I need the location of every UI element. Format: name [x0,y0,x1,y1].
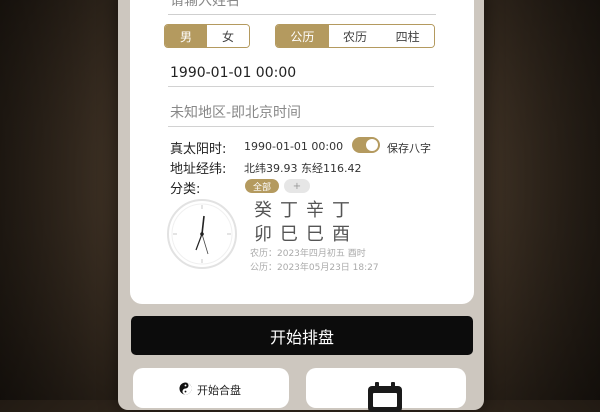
coordinates-label: 地址经纬: [170,162,227,177]
background-shade-right [500,0,600,400]
category-tag-all[interactable]: 全部 [245,179,279,193]
tab-lunar-calendar[interactable]: 农历 [328,25,382,47]
calendar-type-selector: 公历 农历 四柱 [275,24,435,48]
yin-yang-icon [179,382,192,395]
background-shade-left [0,0,100,400]
start-merge-label: 开始合盘 [197,384,241,397]
solar-date: 公历：2023年05月23日 18:27 [250,263,379,273]
stem-year: 癸 [254,200,272,221]
toggle-knob [366,139,378,151]
branch-hour: 酉 [332,224,350,245]
save-bazi-toggle[interactable] [352,137,380,153]
tab-four-pillars[interactable]: 四柱 [381,25,434,47]
coordinates-value: 北纬39.93 东经116.42 [244,162,362,175]
form-card: 男 女 公历 农历 四柱 1990-01-01 00:00 未知地区-即北京时间… [130,0,474,304]
calendar-card[interactable] [306,368,466,412]
save-bazi-label: 保存八字 [387,142,431,155]
location-field[interactable]: 未知地区-即北京时间 [168,100,434,127]
birth-datetime-field[interactable]: 1990-01-01 00:00 [168,60,434,87]
name-input[interactable] [168,0,436,15]
category-label: 分类: [170,182,201,197]
lunar-date: 农历：2023年四月初五 酉时 [250,249,366,259]
gender-male-option[interactable]: 男 [165,25,207,47]
true-solar-time-value: 1990-01-01 00:00 [244,140,344,153]
branch-month: 巳 [280,224,298,245]
true-solar-time-label: 真太阳时: [170,142,227,157]
tab-solar-calendar[interactable]: 公历 [276,25,329,47]
stem-hour: 丁 [332,200,350,221]
category-add-button[interactable]: + [284,179,310,193]
stem-day: 辛 [306,200,324,221]
stem-month: 丁 [280,200,298,221]
clock-icon [167,199,237,269]
start-merge-card[interactable]: 开始合盘 [133,368,289,408]
start-chart-button[interactable]: 开始排盘 [131,316,473,355]
gender-female-option[interactable]: 女 [207,25,249,47]
gender-selector: 男 女 [164,24,250,48]
branch-day: 巳 [306,224,324,245]
branch-year: 卯 [254,224,272,245]
calendar-icon [368,382,402,412]
